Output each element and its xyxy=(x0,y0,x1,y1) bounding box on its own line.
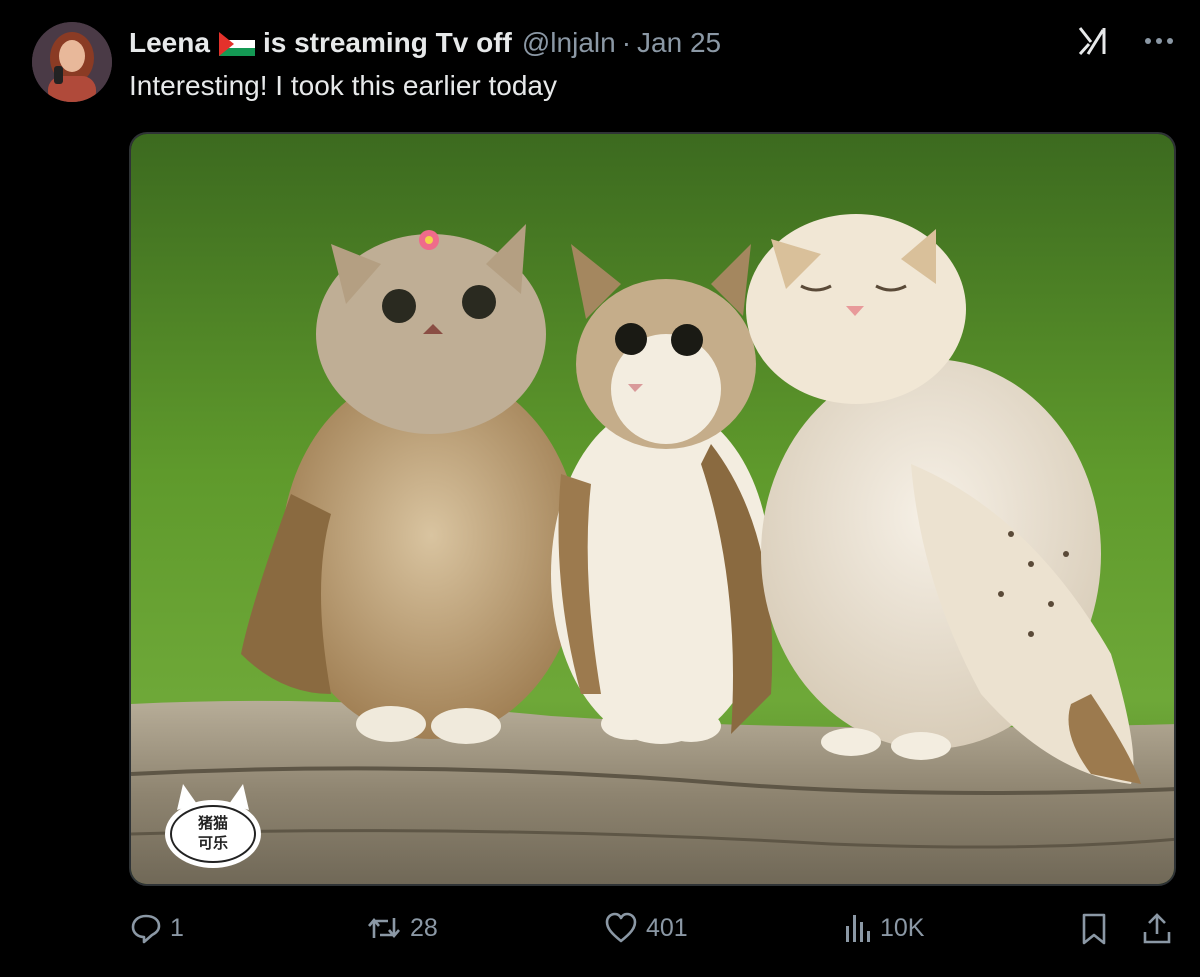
tweet-action-bar: 1 28 401 10K xyxy=(0,912,1200,956)
like-count: 401 xyxy=(646,913,688,942)
views-icon xyxy=(844,912,872,944)
avatar[interactable] xyxy=(32,22,112,102)
tweet: Leena is streaming Tv off @lnjaln · Jan … xyxy=(0,0,1200,977)
svg-text:猪猫: 猪猫 xyxy=(197,814,228,832)
tweet-top-right-actions xyxy=(1076,24,1174,58)
more-icon[interactable] xyxy=(1144,36,1174,46)
grok-icon[interactable] xyxy=(1076,24,1110,58)
tweet-header: Leena is streaming Tv off @lnjaln · Jan … xyxy=(129,24,721,62)
status-text: is streaming Tv off xyxy=(262,27,512,58)
retweet-icon xyxy=(366,912,402,944)
reply-button[interactable]: 1 xyxy=(130,912,184,944)
view-count: 10K xyxy=(880,913,925,942)
display-name[interactable]: Leena xyxy=(129,27,210,59)
reply-count: 1 xyxy=(170,913,184,942)
separator-dot: · xyxy=(621,27,632,58)
bookmark-button[interactable] xyxy=(1080,912,1108,946)
reply-icon xyxy=(130,912,162,944)
heart-icon xyxy=(604,912,638,944)
bookmark-icon xyxy=(1080,912,1108,946)
tweet-media-image[interactable]: 猪猫 可乐 xyxy=(129,132,1176,886)
retweet-count: 28 xyxy=(410,913,438,942)
share-button[interactable] xyxy=(1141,912,1173,946)
share-icon xyxy=(1141,912,1173,946)
svg-text:可乐: 可乐 xyxy=(198,834,228,852)
like-button[interactable]: 401 xyxy=(604,912,688,944)
tweet-text: Interesting! I took this earlier today xyxy=(129,70,557,101)
palestine-flag-icon xyxy=(218,32,255,56)
tweet-date[interactable]: Jan 25 xyxy=(637,27,721,59)
retweet-button[interactable]: 28 xyxy=(366,912,438,944)
user-handle[interactable]: @lnjaln xyxy=(522,27,616,59)
views-button[interactable]: 10K xyxy=(844,912,924,944)
